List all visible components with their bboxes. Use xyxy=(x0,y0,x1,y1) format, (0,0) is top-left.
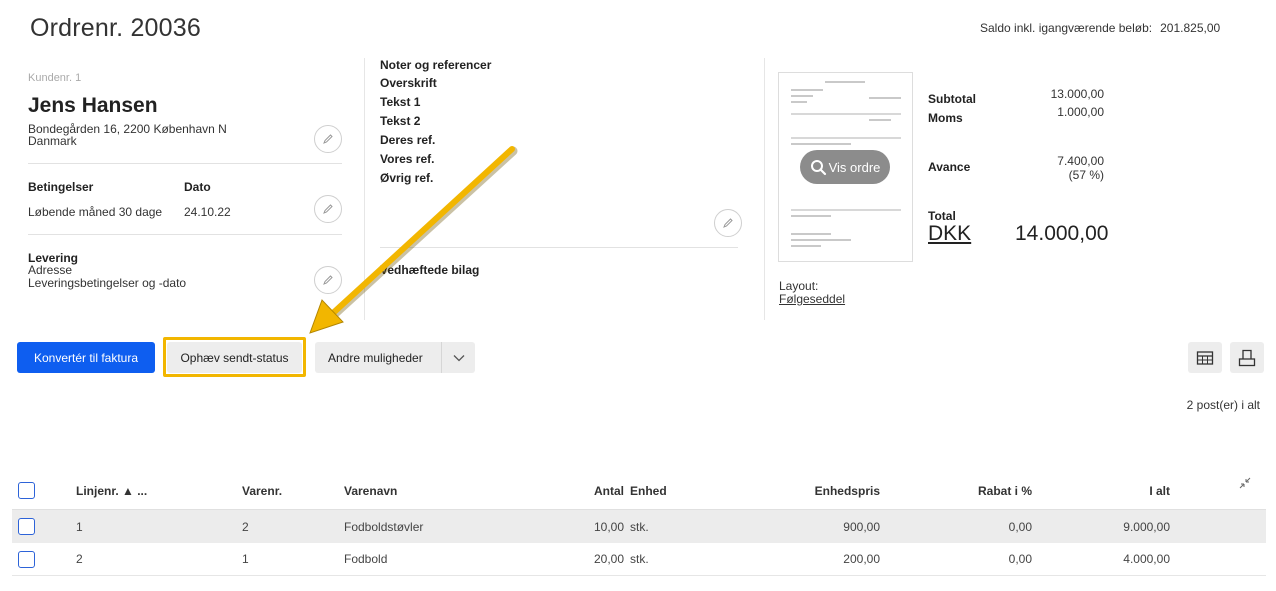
note-item: Tekst 2 xyxy=(380,114,421,128)
avance-label: Avance xyxy=(928,160,971,174)
cell-unit: stk. xyxy=(630,519,649,534)
convert-to-invoice-button[interactable]: Konvertér til faktura xyxy=(17,342,155,373)
saldo-info: Saldo inkl. igangværende beløb: 201.825,0… xyxy=(980,21,1220,35)
divider xyxy=(28,234,342,235)
cell-qty: 10,00 xyxy=(593,519,624,534)
page-title: Ordrenr. 20036 xyxy=(30,14,201,42)
column-header-unit-price[interactable]: Enhedspris xyxy=(772,472,880,509)
saldo-value: 201.825,00 xyxy=(1160,21,1221,35)
customer-address: Bondegården 16, 2200 København N Danmark xyxy=(28,123,227,147)
column-header-item-name[interactable]: Varenavn xyxy=(344,472,397,509)
pencil-icon xyxy=(323,134,333,144)
layout-label: Layout: xyxy=(779,279,819,293)
table-header-row: Linjenr. ▲ ... Varenr. Varenavn Antal En… xyxy=(12,472,1266,510)
column-separator xyxy=(364,58,365,320)
pencil-icon xyxy=(323,275,333,285)
cell-item-name: Fodbold xyxy=(344,552,388,566)
date-value: 24.10.22 xyxy=(184,205,231,219)
table-view-button[interactable] xyxy=(1188,342,1222,373)
column-header-qty[interactable]: Antal xyxy=(552,472,624,509)
cell-item-name: Fodboldstøvler xyxy=(344,519,424,534)
conditions-value: Løbende måned 30 dage xyxy=(28,205,163,219)
note-item: Overskrift xyxy=(380,76,437,90)
notes-title: Noter og referencer xyxy=(380,58,492,72)
view-order-button[interactable]: Vis ordre xyxy=(800,150,890,184)
subtotal-label: Subtotal xyxy=(928,92,976,106)
delivery-line2: Leveringsbetingelser og -dato xyxy=(28,276,187,290)
moms-label: Moms xyxy=(928,111,963,125)
total-value: 14.000,00 xyxy=(1015,222,1109,245)
pencil-icon xyxy=(723,218,733,228)
cell-unit-price: 900,00 xyxy=(843,519,880,534)
delivery-details: Adresse Leveringsbetingelser og -dato xyxy=(28,264,186,290)
cell-discount: 0,00 xyxy=(1008,519,1032,534)
pencil-icon xyxy=(323,204,333,214)
table-grid-icon xyxy=(1196,350,1214,365)
avance-value: 7.400,00 xyxy=(1057,154,1104,168)
cell-item-no: 1 xyxy=(242,552,249,566)
edit-conditions-button[interactable] xyxy=(314,195,342,223)
divider xyxy=(380,247,738,248)
cell-item-no: 2 xyxy=(242,519,249,534)
print-icon xyxy=(1238,349,1256,366)
cell-total: 9.000,00 xyxy=(1123,519,1170,534)
conditions-label: Betingelser xyxy=(28,180,94,194)
cell-discount: 0,00 xyxy=(1008,552,1032,566)
subtotal-value: 13.000,00 xyxy=(1050,87,1104,101)
total-label: Total xyxy=(928,209,956,223)
cell-line: 1 xyxy=(76,519,83,534)
cell-line: 2 xyxy=(76,552,83,566)
note-item: Vores ref. xyxy=(380,152,435,166)
column-separator xyxy=(764,58,765,320)
column-header-unit[interactable]: Enhed xyxy=(630,472,667,509)
note-item: Øvrig ref. xyxy=(380,171,434,185)
customer-name: Jens Hansen xyxy=(28,94,158,117)
collapse-icon[interactable] xyxy=(1238,476,1252,493)
edit-delivery-button[interactable] xyxy=(314,266,342,294)
view-order-label: Vis ordre xyxy=(828,159,881,175)
magnifier-icon xyxy=(810,159,826,175)
column-header-discount[interactable]: Rabat i % xyxy=(932,472,1032,509)
more-options-button[interactable]: Andre muligheder xyxy=(315,342,475,373)
row-checkbox[interactable] xyxy=(18,510,35,543)
attachments-label: Vedhæftede bilag xyxy=(380,263,480,277)
edit-notes-button[interactable] xyxy=(714,209,742,237)
revoke-sent-status-button[interactable]: Ophæv sendt-status xyxy=(167,342,302,373)
edit-customer-button[interactable] xyxy=(314,125,342,153)
note-item: Tekst 1 xyxy=(380,95,421,109)
column-header-item-no[interactable]: Varenr. xyxy=(242,472,282,509)
column-header-total[interactable]: I alt xyxy=(1072,472,1170,509)
customer-address-line2: Danmark xyxy=(28,134,77,148)
note-item: Deres ref. xyxy=(380,133,436,147)
order-lines-table: Linjenr. ▲ ... Varenr. Varenavn Antal En… xyxy=(12,472,1266,576)
notes-list: Noter og referencer Overskrift Tekst 1 T… xyxy=(380,58,491,188)
table-row[interactable]: 1 2 Fodboldstøvler 10,00 stk. 900,00 0,0… xyxy=(12,510,1266,543)
moms-value: 1.000,00 xyxy=(1057,105,1104,119)
saldo-label: Saldo inkl. igangværende beløb: xyxy=(980,21,1153,35)
currency-link[interactable]: DKK xyxy=(928,222,971,246)
customer-number: Kundenr. 1 xyxy=(28,72,82,84)
date-label: Dato xyxy=(184,180,211,194)
post-count: 2 post(er) i alt xyxy=(1186,398,1260,412)
print-button[interactable] xyxy=(1230,342,1264,373)
column-header-line[interactable]: Linjenr. ▲ ... xyxy=(76,472,147,509)
layout-link[interactable]: Følgeseddel xyxy=(779,292,845,306)
cell-unit-price: 200,00 xyxy=(843,552,880,566)
divider xyxy=(28,163,342,164)
cell-unit: stk. xyxy=(630,552,649,566)
cell-total: 4.000,00 xyxy=(1123,552,1170,566)
cell-qty: 20,00 xyxy=(593,552,624,566)
avance-percent: (57 %) xyxy=(1068,168,1104,182)
row-checkbox[interactable] xyxy=(18,543,35,575)
more-options-label: Andre muligheder xyxy=(328,350,423,365)
table-row[interactable]: 2 1 Fodbold 20,00 stk. 200,00 0,00 4.000… xyxy=(12,543,1266,576)
chevron-down-icon[interactable] xyxy=(442,354,475,362)
select-all-checkbox[interactable] xyxy=(18,472,35,509)
